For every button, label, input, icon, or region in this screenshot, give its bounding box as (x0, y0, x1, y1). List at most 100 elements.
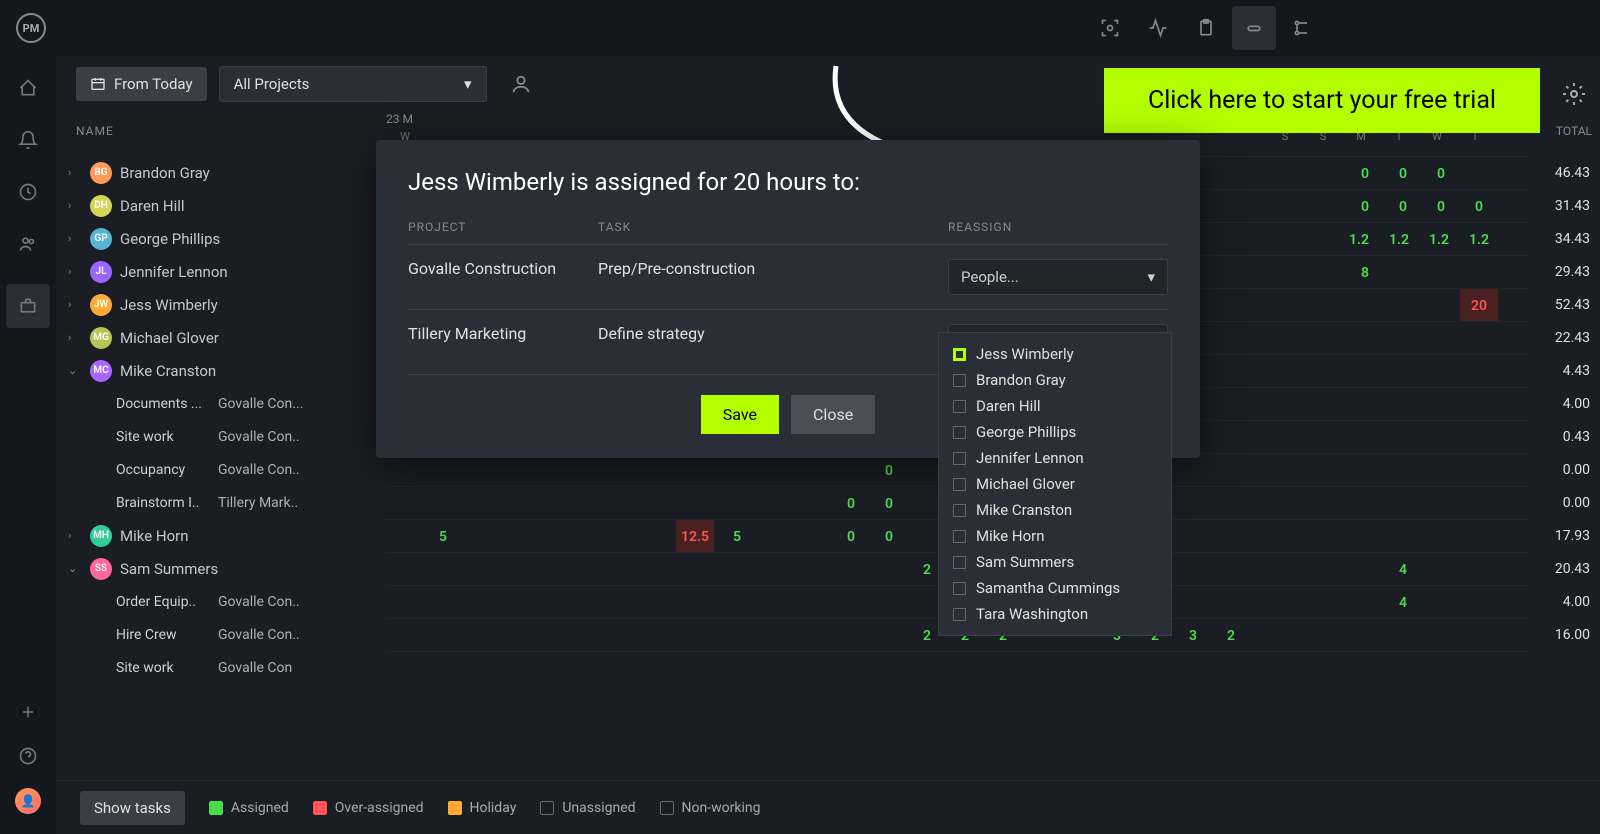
hour-cell[interactable]: 1.2 (1340, 223, 1378, 256)
hour-cell[interactable]: 5 (424, 520, 462, 553)
person-row[interactable]: ›JLJennifer Lennon (56, 255, 386, 288)
user-avatar[interactable]: 👤 (15, 788, 41, 814)
user-filter-icon[interactable] (507, 70, 535, 98)
hour-cell[interactable]: 8 (1346, 256, 1384, 289)
hour-cell[interactable]: 1.2 (1460, 223, 1498, 256)
task-row[interactable]: Documents ...Govalle Con... (56, 387, 386, 420)
avatar: JL (90, 261, 112, 283)
save-button[interactable]: Save (701, 395, 779, 434)
hour-cell[interactable]: 3 (1174, 619, 1212, 652)
hour-cell[interactable]: 0 (870, 520, 908, 553)
person-row[interactable]: ›BGBrandon Gray (56, 156, 386, 189)
home-icon[interactable] (16, 76, 40, 100)
people-option[interactable]: Jess Wimberly (939, 341, 1171, 367)
pm-logo: PM (16, 13, 46, 43)
close-button[interactable]: Close (791, 395, 875, 434)
hour-cell[interactable]: 4 (1384, 553, 1422, 586)
clock-icon[interactable] (16, 180, 40, 204)
chevron-icon: ▾ (1147, 268, 1155, 286)
person-row[interactable]: ›MGMichael Glover (56, 321, 386, 354)
hour-cell[interactable]: 12.5 (676, 520, 714, 553)
checkbox[interactable] (953, 452, 966, 465)
checkbox[interactable] (953, 556, 966, 569)
hour-cell[interactable]: 0 (870, 487, 908, 520)
projects-label: All Projects (234, 75, 310, 93)
checkbox[interactable] (953, 348, 966, 361)
people-dropdown[interactable]: People...▾ (948, 259, 1168, 295)
checkbox[interactable] (953, 374, 966, 387)
people-icon[interactable] (16, 232, 40, 256)
hour-cell[interactable]: 0 (1422, 157, 1460, 190)
hour-cell[interactable]: 0 (1346, 190, 1384, 223)
total-value: 0.00 (1530, 486, 1600, 519)
attachment-icon[interactable] (1232, 6, 1276, 50)
hour-cell[interactable]: 0 (1422, 190, 1460, 223)
person-row[interactable]: ›DHDaren Hill (56, 189, 386, 222)
scan-icon[interactable] (1088, 6, 1132, 50)
flow-icon[interactable] (1280, 6, 1324, 50)
hour-cell[interactable]: 1.2 (1420, 223, 1458, 256)
top-icons (1088, 6, 1324, 50)
person-row[interactable]: ›MHMike Horn (56, 519, 386, 552)
avatar: BG (90, 162, 112, 184)
clipboard-icon[interactable] (1184, 6, 1228, 50)
task-project: Govalle Con.. (218, 594, 300, 610)
hour-cell[interactable]: 20 (1460, 289, 1498, 322)
chevron-icon: › (68, 298, 82, 311)
hour-cell[interactable]: 0 (870, 454, 908, 487)
from-today-button[interactable]: From Today (76, 67, 207, 101)
people-option[interactable]: Mike Cranston (939, 497, 1171, 523)
hour-cell[interactable]: 4 (1384, 586, 1422, 619)
hour-cell[interactable]: 0 (832, 520, 870, 553)
briefcase-icon[interactable] (6, 284, 50, 328)
people-option[interactable]: Tara Washington (939, 601, 1171, 627)
hour-cell[interactable]: 0 (1384, 190, 1422, 223)
people-option[interactable]: Michael Glover (939, 471, 1171, 497)
people-option[interactable]: George Phillips (939, 419, 1171, 445)
checkbox[interactable] (953, 608, 966, 621)
hour-cell[interactable]: 0 (1384, 157, 1422, 190)
checkbox[interactable] (953, 504, 966, 517)
people-option[interactable]: Samantha Cummings (939, 575, 1171, 601)
avatar: DH (90, 195, 112, 217)
gear-icon[interactable] (1562, 82, 1586, 110)
people-option[interactable]: Sam Summers (939, 549, 1171, 575)
checkbox[interactable] (953, 530, 966, 543)
hour-cell[interactable]: 5 (718, 520, 756, 553)
top-bar: PM (0, 0, 1600, 56)
task-row[interactable]: OccupancyGovalle Con.. (56, 453, 386, 486)
activity-icon[interactable] (1136, 6, 1180, 50)
help-icon[interactable] (16, 744, 40, 768)
option-label: Mike Horn (976, 527, 1045, 545)
hour-cell[interactable]: 2 (1212, 619, 1250, 652)
hour-cell[interactable]: 0 (1346, 157, 1384, 190)
checkbox[interactable] (953, 582, 966, 595)
people-option[interactable]: Mike Horn (939, 523, 1171, 549)
show-tasks-button[interactable]: Show tasks (80, 791, 185, 825)
people-option[interactable]: Jennifer Lennon (939, 445, 1171, 471)
task-row[interactable]: Brainstorm I..Tillery Mark.. (56, 486, 386, 519)
hour-cell[interactable]: 0 (832, 487, 870, 520)
person-row[interactable]: ⌄MCMike Cranston (56, 354, 386, 387)
task-row[interactable]: Order Equip..Govalle Con.. (56, 585, 386, 618)
checkbox[interactable] (953, 478, 966, 491)
option-label: Jess Wimberly (976, 345, 1074, 363)
person-row[interactable]: ›JWJess Wimberly (56, 288, 386, 321)
projects-dropdown[interactable]: All Projects ▾ (219, 66, 487, 102)
cta-banner[interactable]: Click here to start your free trial (1104, 68, 1540, 133)
task-row[interactable]: Site workGovalle Con (56, 651, 386, 684)
modal-title: Jess Wimberly is assigned for 20 hours t… (408, 168, 1168, 196)
hour-cell[interactable]: 1.2 (1380, 223, 1418, 256)
people-option[interactable]: Brandon Gray (939, 367, 1171, 393)
checkbox[interactable] (953, 400, 966, 413)
legend-item: Assigned (209, 800, 289, 816)
task-row[interactable]: Site workGovalle Con.. (56, 420, 386, 453)
task-row[interactable]: Hire CrewGovalle Con.. (56, 618, 386, 651)
hour-cell[interactable]: 0 (1460, 190, 1498, 223)
bell-icon[interactable] (16, 128, 40, 152)
checkbox[interactable] (953, 426, 966, 439)
person-row[interactable]: ⌄SSSam Summers (56, 552, 386, 585)
people-option[interactable]: Daren Hill (939, 393, 1171, 419)
person-row[interactable]: ›GPGeorge Phillips (56, 222, 386, 255)
plus-icon[interactable] (16, 700, 40, 724)
